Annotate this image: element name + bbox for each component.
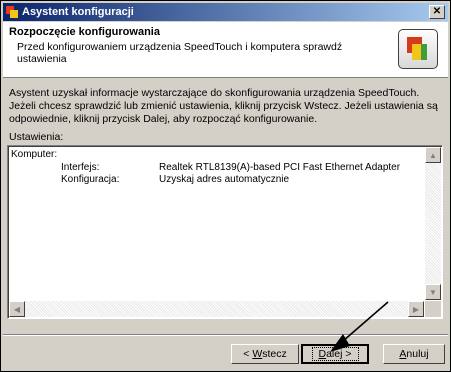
back-prefix: < <box>243 348 253 360</box>
arrow-up-icon: ▲ <box>429 150 437 160</box>
button-separator <box>3 334 448 336</box>
settings-key-configuration: Konfiguracja: <box>61 174 120 185</box>
settings-value-interface: Realtek RTL8139(A)-based PCI Fast Ethern… <box>159 162 401 173</box>
next-label: alej > <box>326 348 352 360</box>
wizard-window: Asystent konfiguracji ✕ Rozpoczęcie konf… <box>0 0 451 372</box>
scroll-left-button[interactable]: ◀ <box>9 301 25 317</box>
back-button[interactable]: < Wstecz <box>231 344 299 364</box>
settings-value-configuration: Uzyskaj adres automatycznie <box>159 174 290 185</box>
arrow-left-icon: ◀ <box>13 304 21 314</box>
scroll-up-button[interactable]: ▲ <box>425 147 441 163</box>
wizard-logo-icon <box>398 29 438 69</box>
settings-list[interactable]: Komputer: Interfejs: Realtek RTL8139(A)-… <box>7 145 443 319</box>
next-focus-frame: Dalej > <box>311 347 359 361</box>
next-mnemonic: D <box>318 348 327 360</box>
back-label: stecz <box>262 348 287 360</box>
cancel-label: nuluj <box>406 348 429 360</box>
window-title: Asystent konfiguracji <box>22 6 134 18</box>
back-mnemonic: W <box>252 348 263 360</box>
arrow-down-icon: ▼ <box>429 287 437 297</box>
app-icon <box>6 6 18 18</box>
scrollbar-corner <box>425 301 441 317</box>
arrow-right-icon: ▶ <box>412 304 420 314</box>
page-subtitle: Przed konfigurowaniem urządzenia SpeedTo… <box>17 41 343 65</box>
scroll-down-button[interactable]: ▼ <box>425 284 441 300</box>
next-button[interactable]: Dalej > <box>301 344 369 364</box>
title-bar[interactable]: Asystent konfiguracji ✕ <box>3 3 448 21</box>
settings-key-interface: Interfejs: <box>61 162 100 173</box>
info-text: Asystent uzyskał informacje wystarczając… <box>9 87 438 125</box>
close-button[interactable]: ✕ <box>429 5 445 19</box>
horizontal-scrollbar[interactable]: ◀ ▶ <box>9 301 424 317</box>
settings-content: Komputer: Interfejs: Realtek RTL8139(A)-… <box>11 149 421 301</box>
settings-group-label: Komputer: <box>11 149 58 160</box>
scroll-right-button[interactable]: ▶ <box>408 301 424 317</box>
cancel-button[interactable]: Anuluj <box>383 344 445 364</box>
settings-label: Ustawienia: <box>9 131 64 143</box>
vertical-scrollbar[interactable]: ▲ ▼ <box>425 147 441 300</box>
page-title: Rozpoczęcie konfigurowania <box>9 26 160 38</box>
wizard-header: Rozpoczęcie konfigurowania Przed konfigu… <box>3 22 448 78</box>
cancel-mnemonic: A <box>399 348 407 360</box>
close-icon: ✕ <box>432 6 442 17</box>
